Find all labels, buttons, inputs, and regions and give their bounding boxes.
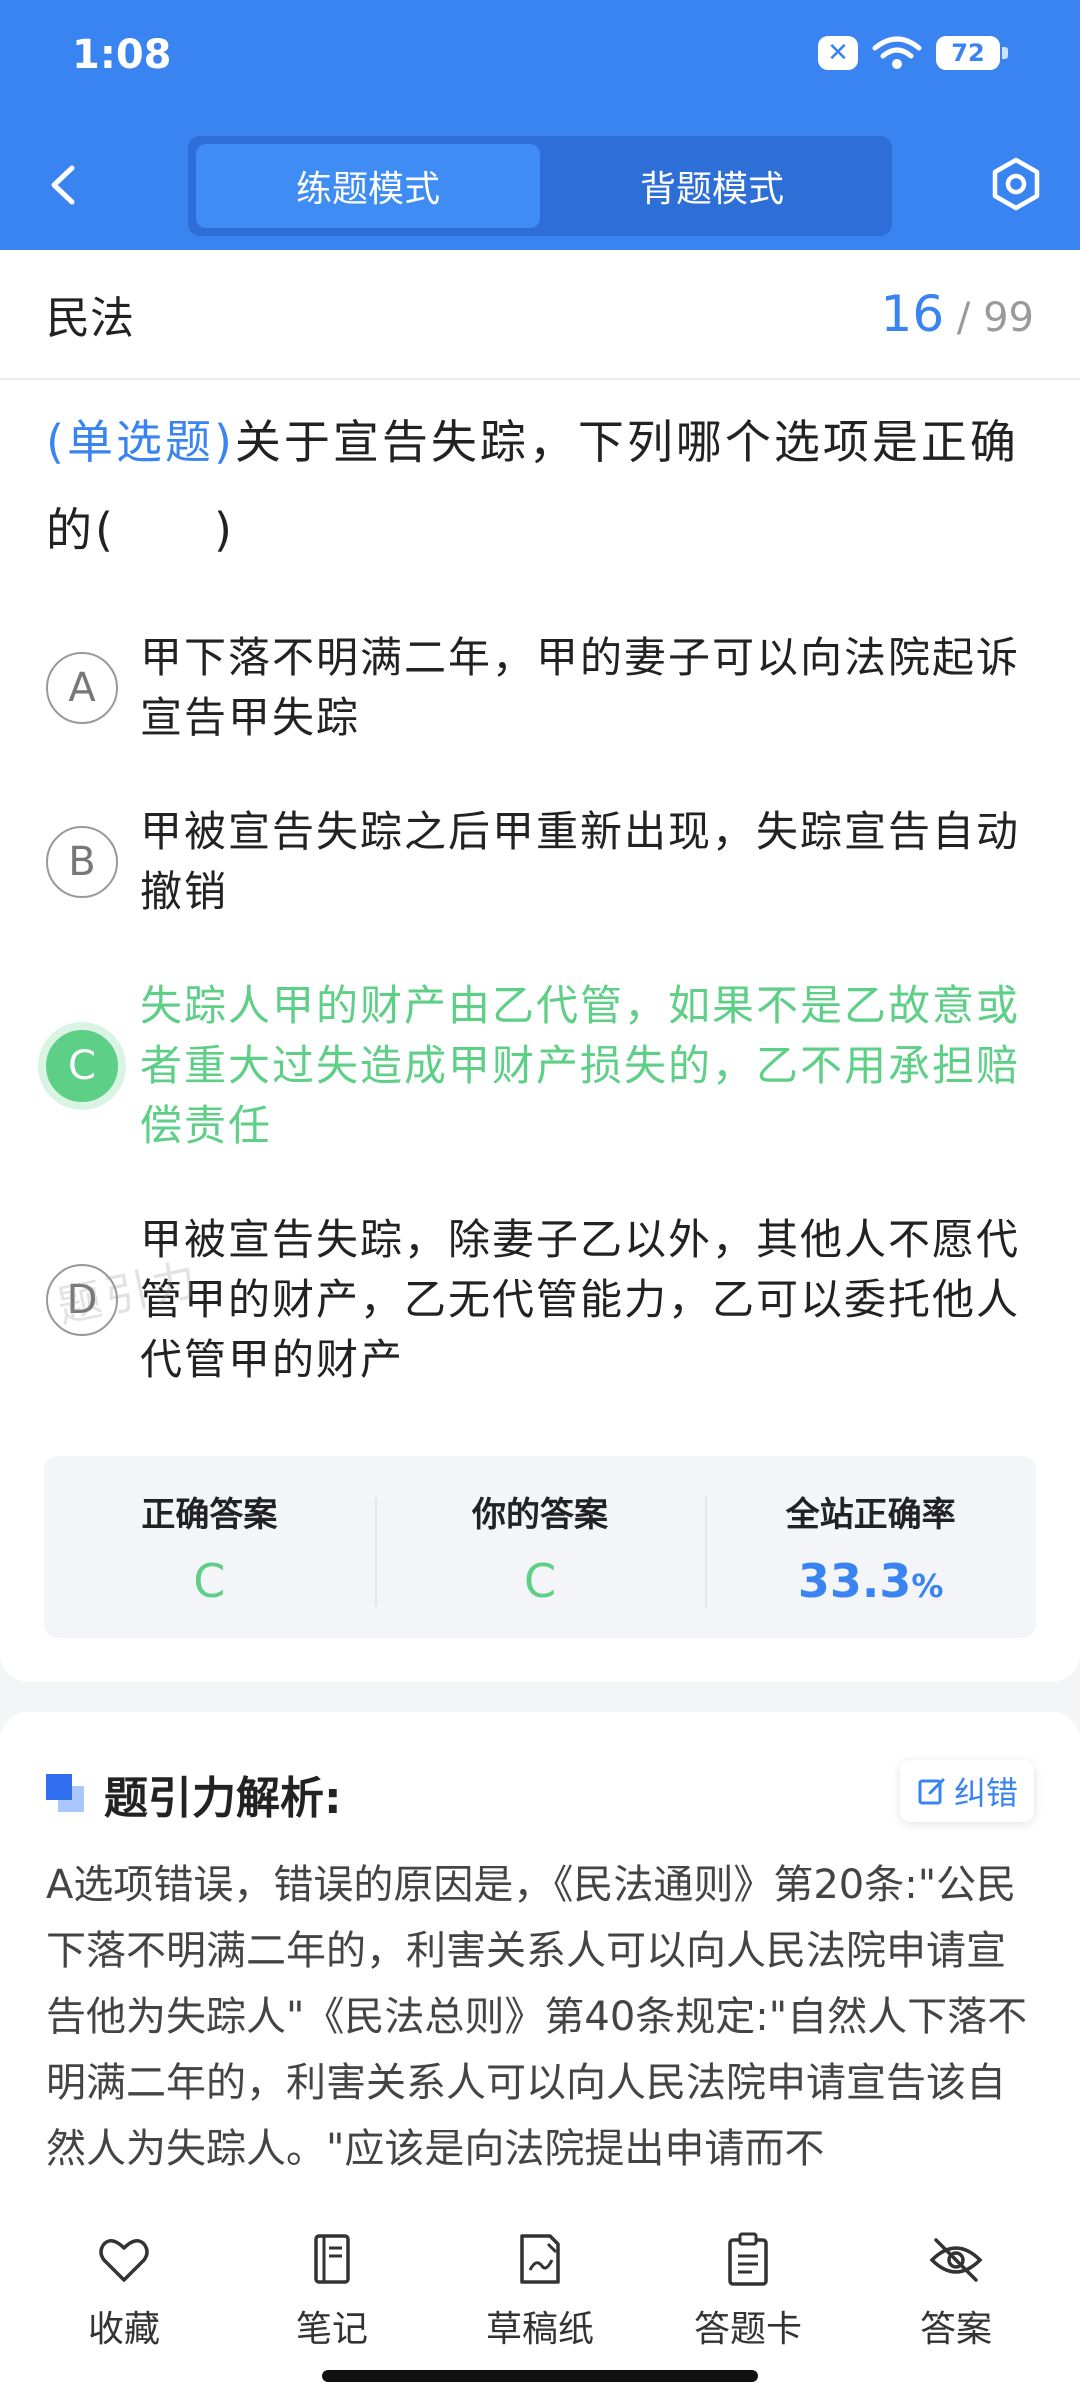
your-answer-label: 你的答案	[472, 1494, 608, 1535]
option-text: 失踪人甲的财产由乙代管，如果不是乙故意或者重大过失造成甲财产损失的，乙不用承担赔…	[140, 981, 1021, 1150]
top-header: 1:08 ✕ 72 练题模式 背题模式	[0, 0, 1080, 250]
question-counter: 16 / 99	[881, 285, 1034, 343]
option-letter: B	[46, 826, 118, 898]
battery-level: 72	[951, 39, 985, 67]
answer-toggle-label: 答案	[919, 2309, 992, 2350]
your-answer-value: C	[523, 1553, 557, 1608]
answer-card-icon	[728, 2232, 768, 2286]
analysis-card: 题引力解析: 纠错 A选项错误，错误的原因是，《民法通则》第20条:"公民下落不…	[0, 1712, 1080, 2212]
answer-card-label: 答题卡	[693, 2309, 802, 2350]
mode-switch: 练题模式 背题模式	[188, 136, 892, 236]
option-text: 甲下落不明满二年，甲的妻子可以向法院起诉宣告甲失踪	[140, 633, 1021, 742]
draft-paper-icon	[520, 2234, 560, 2284]
counter-separator: /	[956, 295, 971, 341]
correct-answer-value: C	[193, 1553, 226, 1608]
total-question-count: 99	[983, 295, 1034, 341]
notes-button[interactable]: 笔记	[232, 2230, 432, 2352]
notification-x-icon: ✕	[818, 36, 858, 70]
report-error-button[interactable]: 纠错	[899, 1760, 1034, 1822]
question-type: (单选题)	[46, 415, 235, 469]
favorite-label: 收藏	[87, 2309, 160, 2350]
wifi-icon	[872, 36, 922, 69]
option-text: 甲被宣告失踪之后甲重新出现，失踪宣告自动撤销	[140, 807, 1021, 916]
analysis-squares-icon	[46, 1774, 86, 1814]
home-indicator[interactable]	[322, 2370, 758, 2382]
notes-label: 笔记	[295, 2309, 368, 2350]
answer-toggle-button[interactable]: 答案	[856, 2230, 1056, 2352]
question-stem: (单选题)关于宣告失踪，下列哪个选项是正确的( )	[46, 398, 1036, 574]
notebook-icon	[314, 2234, 350, 2284]
draft-label: 草稿纸	[485, 2309, 594, 2350]
option-text: 甲被宣告失踪，除妻子乙以外，其他人不愿代管甲的财产，乙无代管能力，乙可以委托他人…	[140, 1215, 1021, 1384]
favorite-button[interactable]: 收藏	[24, 2230, 224, 2352]
option-letter: C	[46, 1030, 118, 1102]
subject-row: 民法 16 / 99	[0, 250, 1080, 380]
analysis-text: A选项错误，错误的原因是，《民法通则》第20条:"公民下落不明满二年的，利害关系…	[46, 1862, 1028, 2172]
edit-icon	[918, 1778, 945, 1805]
option-letter: A	[46, 652, 118, 724]
eye-off-icon	[929, 2238, 983, 2282]
back-arrow-icon[interactable]	[40, 160, 90, 210]
option-c-correct[interactable]: C 失踪人甲的财产由乙代管，如果不是乙故意或者重大过失造成甲财产损失的，乙不用承…	[46, 976, 1036, 1156]
correct-answer-label: 正确答案	[141, 1494, 278, 1535]
status-icons: ✕ 72	[818, 36, 1008, 70]
tab-memorize-mode[interactable]: 背题模式	[540, 144, 884, 228]
tab-practice-mode[interactable]: 练题模式	[196, 144, 540, 228]
accuracy-stat: 全站正确率 33.3%	[705, 1487, 1036, 1608]
battery-icon: 72	[936, 36, 1008, 70]
settings-icon[interactable]	[988, 156, 1044, 212]
accuracy-label: 全站正确率	[785, 1494, 956, 1535]
answer-stats: 正确答案 C 你的答案 C 全站正确率 33.3%	[44, 1456, 1036, 1638]
accuracy-number: 33.3	[797, 1553, 912, 1608]
analysis-header: 题引力解析:	[46, 1762, 342, 1826]
accuracy-value: 33.3%	[705, 1554, 1036, 1608]
answer-card-button[interactable]: 答题卡	[648, 2230, 848, 2352]
correct-answer-stat: 正确答案 C	[44, 1487, 375, 1608]
subject-title: 民法	[46, 293, 134, 344]
bottom-toolbar: 收藏 笔记 草稿纸 答题卡 答案	[0, 2180, 1080, 2400]
current-question-number: 16	[880, 285, 945, 343]
report-error-label: 纠错	[953, 1774, 1018, 1812]
analysis-title: 题引力解析:	[104, 1773, 342, 1824]
draft-button[interactable]: 草稿纸	[440, 2230, 640, 2352]
question-card: 民法 16 / 99 (单选题)关于宣告失踪，下列哪个选项是正确的( ) A 甲…	[0, 250, 1080, 1682]
option-b[interactable]: B 甲被宣告失踪之后甲重新出现，失踪宣告自动撤销	[46, 802, 1036, 922]
heart-icon	[99, 2239, 149, 2282]
option-a[interactable]: A 甲下落不明满二年，甲的妻子可以向法院起诉宣告甲失踪	[46, 628, 1036, 748]
accuracy-unit: %	[911, 1566, 944, 1605]
status-time: 1:08	[72, 32, 172, 78]
your-answer-stat: 你的答案 C	[374, 1487, 706, 1608]
